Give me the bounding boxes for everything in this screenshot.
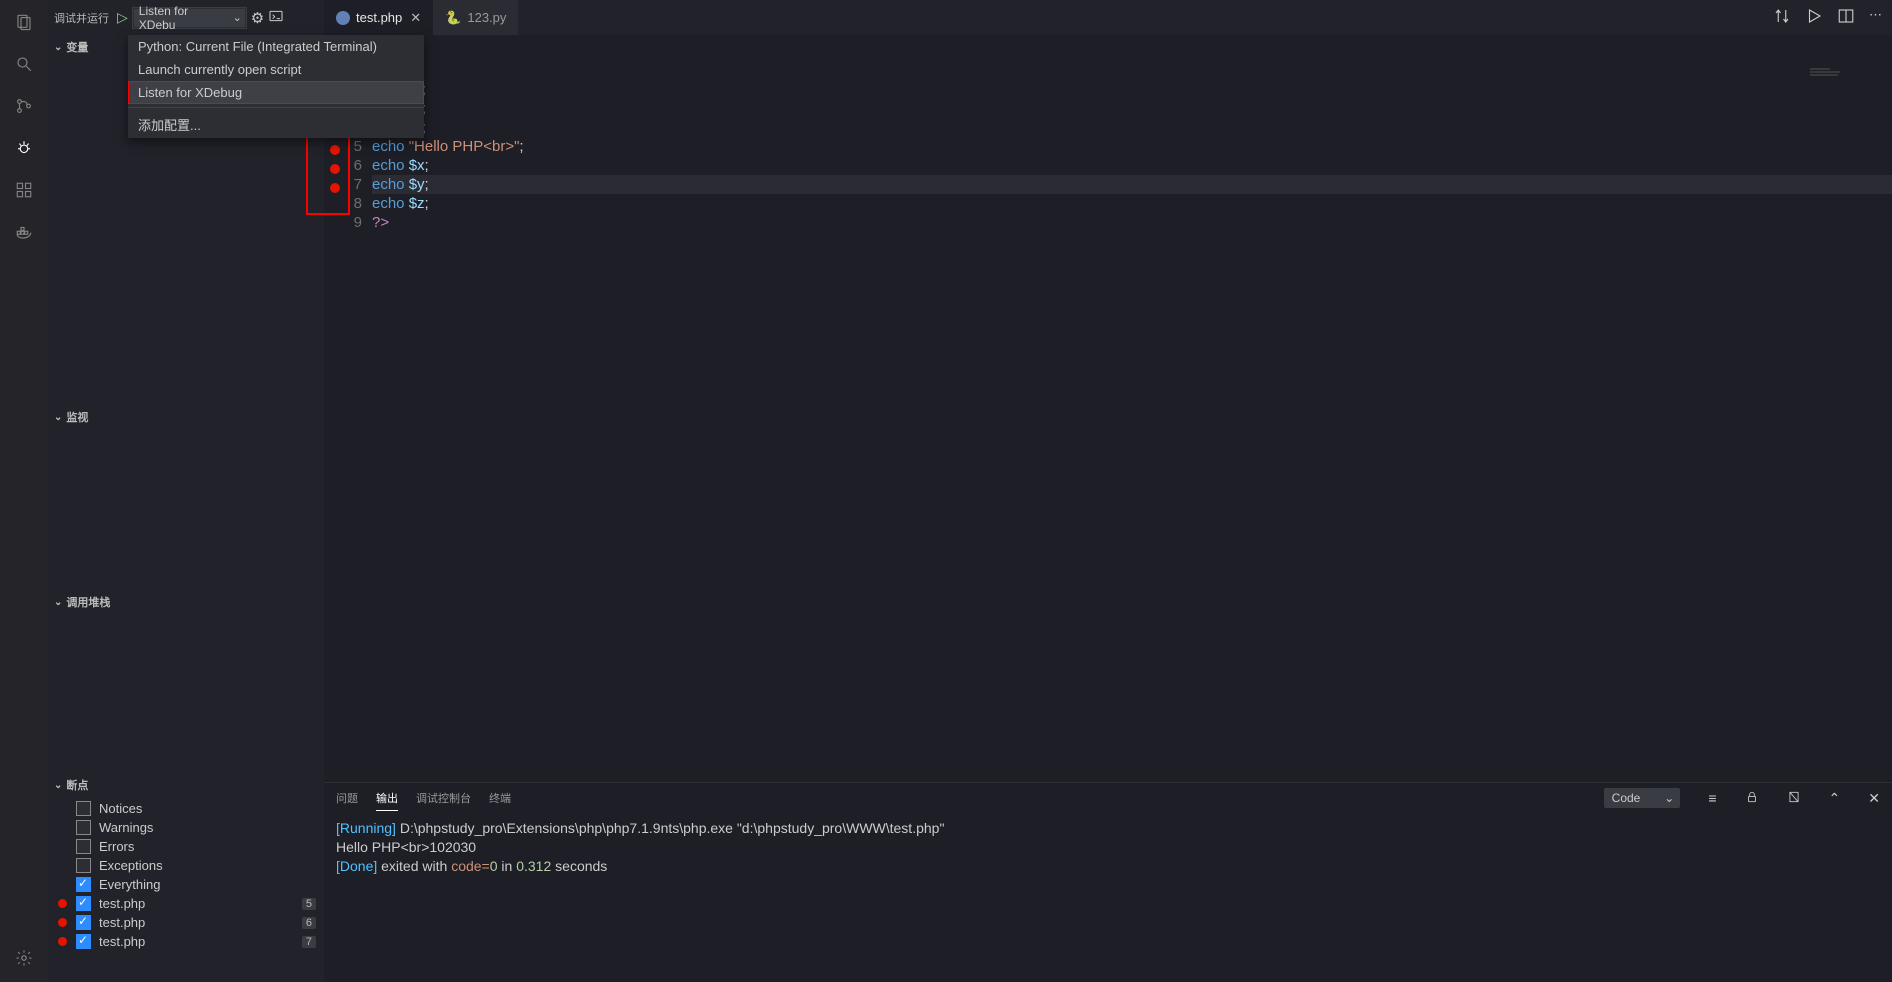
activity-bar — [0, 0, 48, 982]
settings-gear-icon[interactable] — [12, 946, 36, 970]
tab-output[interactable]: 输出 — [376, 786, 398, 811]
start-debug-button[interactable]: ▷ — [117, 9, 128, 26]
split-icon[interactable] — [1837, 7, 1855, 28]
chevron-down-icon: ⌄ — [54, 42, 62, 53]
checkbox[interactable] — [76, 801, 91, 816]
dropdown-item-launch[interactable]: Launch currently open script — [128, 58, 424, 81]
breakpoints-list: Notices Warnings Errors Exceptions Everythin… — [48, 797, 324, 953]
tab-debug-console[interactable]: 调试控制台 — [416, 786, 471, 810]
bp-line-number: 7 — [302, 936, 316, 948]
bp-file: test.php — [99, 915, 145, 930]
extensions-icon[interactable] — [12, 178, 36, 202]
bp-category[interactable]: Errors — [48, 837, 324, 856]
bp-line-item[interactable]: test.php 6 — [48, 913, 324, 932]
bp-category[interactable]: Warnings — [48, 818, 324, 837]
checkbox[interactable] — [76, 915, 91, 930]
tab-actions: ⋯ — [1763, 7, 1892, 28]
list-icon[interactable]: ≡ — [1708, 790, 1716, 806]
tabbar: test.php ✕ 🐍 123.py ⋯ — [324, 0, 1892, 35]
explorer-icon[interactable] — [12, 10, 36, 34]
config-name: Listen for XDebu — [139, 4, 228, 32]
checkbox[interactable] — [76, 934, 91, 949]
chevron-down-icon: ⌄ — [54, 780, 62, 791]
bp-line-item[interactable]: test.php 5 — [48, 894, 324, 913]
dropdown-add-config[interactable]: 添加配置... — [128, 111, 424, 138]
chevron-down-icon: ⌄ — [233, 11, 242, 24]
output-channel-select[interactable]: Code⌄ — [1604, 788, 1681, 808]
chevron-down-icon: ⌄ — [1664, 791, 1674, 805]
tab-terminal[interactable]: 终端 — [489, 786, 511, 810]
scm-icon[interactable] — [12, 94, 36, 118]
code-content[interactable]: <?php$x = 10;$y = 20;$z = 30;echo "Hello… — [372, 57, 1892, 782]
run-icon[interactable] — [1805, 7, 1823, 28]
search-icon[interactable] — [12, 52, 36, 76]
php-icon — [336, 11, 350, 25]
more-icon[interactable]: ⋯ — [1869, 7, 1882, 28]
dropdown-item-xdebug[interactable]: Listen for XDebug — [128, 81, 424, 104]
bp-label: Warnings — [99, 820, 153, 835]
close-panel-icon[interactable]: ✕ — [1868, 790, 1880, 807]
tab-123.py[interactable]: 🐍 123.py — [433, 0, 518, 35]
breadcrumb[interactable]: st.php › ... — [324, 35, 1892, 57]
clear-icon[interactable] — [1787, 790, 1801, 807]
output-body[interactable]: [Running] D:\phpstudy_pro\Extensions\php… — [324, 813, 1892, 982]
config-dropdown-menu: Python: Current File (Integrated Termina… — [128, 35, 424, 138]
breakpoint-dot-icon — [58, 899, 67, 908]
bp-label: Errors — [99, 839, 134, 854]
python-icon: 🐍 — [445, 10, 461, 26]
bp-label: Exceptions — [99, 858, 163, 873]
bp-label: Everything — [99, 877, 160, 892]
checkbox[interactable] — [76, 896, 91, 911]
tab-problems[interactable]: 问题 — [336, 786, 358, 810]
section-callstack[interactable]: ⌄调用堆栈 — [48, 590, 324, 614]
chevron-down-icon: ⌄ — [54, 597, 62, 608]
debug-sidebar: 调试并运行 ▷ Listen for XDebu ⌄ ⚙ Python: Cur… — [48, 0, 324, 982]
debug-icon[interactable] — [12, 136, 36, 160]
annotation-box — [306, 135, 350, 215]
bp-line-item[interactable]: test.php 7 — [48, 932, 324, 951]
code-editor[interactable]: 123456789 <?php$x = 10;$y = 20;$z = 30;e… — [324, 57, 1892, 782]
bp-line-number: 5 — [302, 898, 316, 910]
sidebar-title: 调试并运行 — [54, 10, 109, 26]
breakpoint-dot-icon — [58, 918, 67, 927]
debug-console-icon[interactable] — [268, 8, 284, 28]
checkbox[interactable] — [76, 820, 91, 835]
checkbox[interactable] — [76, 877, 91, 892]
chevron-down-icon: ⌄ — [54, 412, 62, 423]
section-watch[interactable]: ⌄监视 — [48, 405, 324, 429]
bp-category[interactable]: Everything — [48, 875, 324, 894]
dropdown-item-python[interactable]: Python: Current File (Integrated Termina… — [128, 35, 424, 58]
bp-label: Notices — [99, 801, 142, 816]
checkbox[interactable] — [76, 858, 91, 873]
tab-label: test.php — [356, 10, 402, 25]
watch-body — [48, 429, 324, 590]
bp-file: test.php — [99, 896, 145, 911]
bp-line-number: 6 — [302, 917, 316, 929]
dropdown-separator — [128, 107, 424, 108]
debug-config-dropdown[interactable]: Listen for XDebu ⌄ — [132, 7, 247, 29]
tab-label: 123.py — [467, 10, 506, 25]
editor-area: test.php ✕ 🐍 123.py ⋯ st.php › ... 12345678… — [324, 0, 1892, 982]
bp-category[interactable]: Notices — [48, 799, 324, 818]
callstack-body — [48, 614, 324, 773]
bp-category[interactable]: Exceptions — [48, 856, 324, 875]
chevron-up-icon[interactable]: ⌃ — [1829, 790, 1841, 807]
tab-test.php[interactable]: test.php ✕ — [324, 0, 433, 35]
config-gear-icon[interactable]: ⚙ — [251, 9, 264, 27]
breakpoint-dot-icon — [58, 937, 67, 946]
close-icon[interactable]: ✕ — [410, 10, 421, 26]
section-breakpoints[interactable]: ⌄断点 — [48, 773, 324, 797]
bp-file: test.php — [99, 934, 145, 949]
bottom-panel: 问题 输出 调试控制台 终端 Code⌄ ≡ ⌃ ✕ [Running] D:\… — [324, 782, 1892, 982]
compare-icon[interactable] — [1773, 7, 1791, 28]
checkbox[interactable] — [76, 839, 91, 854]
minimap[interactable] — [1810, 67, 1890, 107]
lock-icon[interactable] — [1745, 790, 1759, 807]
docker-icon[interactable] — [12, 220, 36, 244]
